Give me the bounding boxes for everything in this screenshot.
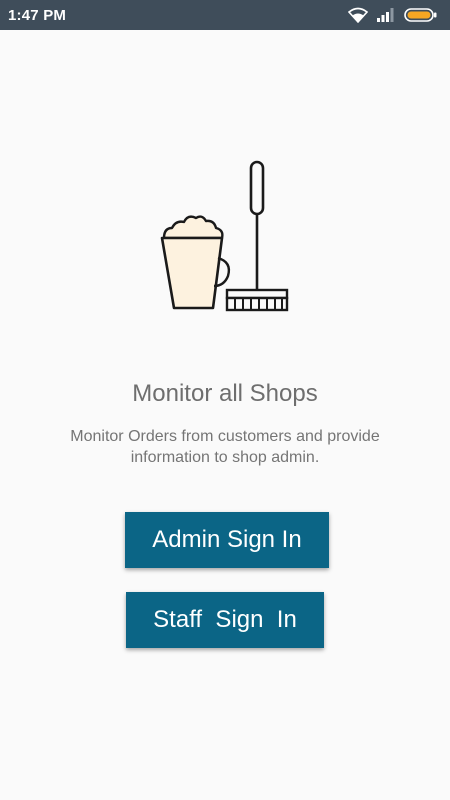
battery-icon (404, 7, 438, 23)
signal-icon (376, 8, 396, 22)
cleaning-illustration (160, 160, 289, 312)
page-description: Monitor Orders from customers and provid… (70, 428, 380, 466)
status-time: 1:47 PM (8, 6, 67, 24)
admin-sign-in-button[interactable]: Admin Sign In (125, 512, 329, 568)
bucket-icon (160, 215, 231, 310)
broom-icon (225, 160, 289, 312)
welcome-screen: Monitor all Shops Monitor Orders from cu… (0, 30, 450, 800)
page-title: Monitor all Shops (132, 380, 318, 407)
staff-sign-in-button[interactable]: Staff Sign In (126, 592, 324, 648)
status-icons (348, 7, 438, 23)
status-bar: 1:47 PM (0, 0, 450, 30)
wifi-icon (348, 7, 368, 23)
